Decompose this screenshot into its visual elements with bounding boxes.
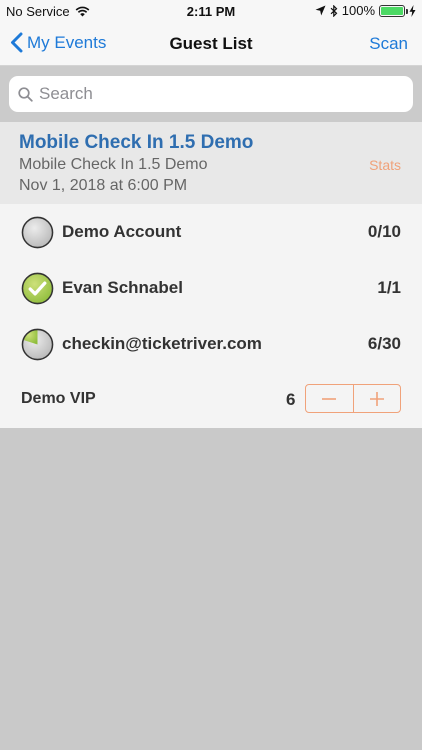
guest-name: Demo Account: [62, 222, 182, 241]
guest-name: checkin@ticketriver.com: [62, 334, 262, 353]
guest-count: 6/30: [367, 334, 401, 353]
plus-icon: [369, 391, 384, 406]
guest-count: 0/10: [367, 222, 401, 241]
guest-row[interactable]: checkin@ticketriver.com 6/30: [0, 316, 422, 372]
increment-button[interactable]: [352, 385, 401, 412]
navigation-bar: My Events Guest List Scan: [0, 22, 422, 66]
partial-pie-icon: [21, 328, 54, 361]
battery-icon: [379, 4, 408, 17]
ticket-type-row: Demo VIP 6: [0, 372, 422, 428]
status-bar: No Service 2:11 PM 100%: [0, 0, 422, 22]
scan-button[interactable]: Scan: [369, 34, 408, 54]
empty-circle-icon: [21, 216, 54, 249]
decrement-button[interactable]: [306, 385, 353, 412]
stats-button[interactable]: Stats: [369, 157, 401, 173]
event-header: Mobile Check In 1.5 Demo Mobile Check In…: [0, 122, 422, 204]
guest-list: Demo Account 0/10 Evan Schnabel 1/1 chec…: [0, 204, 422, 428]
battery-percent: 100%: [341, 3, 375, 18]
status-right: 100%: [315, 3, 416, 18]
minus-icon: [322, 397, 337, 400]
ticket-quantity: 6: [286, 390, 296, 409]
event-title: Mobile Check In 1.5 Demo: [19, 132, 254, 153]
ticket-type-name: Demo VIP: [21, 390, 96, 407]
guest-name: Evan Schnabel: [62, 278, 183, 297]
quantity-stepper[interactable]: [305, 384, 401, 413]
charging-icon: [409, 4, 416, 17]
guest-row[interactable]: Evan Schnabel 1/1: [0, 260, 422, 316]
back-button[interactable]: My Events: [10, 32, 106, 53]
event-date: Nov 1, 2018 at 6:00 PM: [19, 177, 188, 194]
search-icon: [18, 86, 33, 102]
guest-count: 1/1: [377, 278, 401, 297]
search-bar: [0, 66, 422, 122]
guest-row[interactable]: Demo Account 0/10: [0, 204, 422, 260]
search-input[interactable]: [39, 84, 399, 104]
search-field-container[interactable]: [9, 76, 413, 112]
battery-tip: [406, 8, 408, 14]
battery-level-fill: [381, 6, 403, 15]
checkmark-circle-icon: [21, 272, 54, 305]
event-subtitle: Mobile Check In 1.5 Demo: [19, 156, 208, 173]
bluetooth-icon: [330, 4, 338, 17]
location-icon: [315, 5, 326, 16]
back-button-label: My Events: [27, 32, 107, 52]
chevron-left-icon: [11, 32, 23, 53]
